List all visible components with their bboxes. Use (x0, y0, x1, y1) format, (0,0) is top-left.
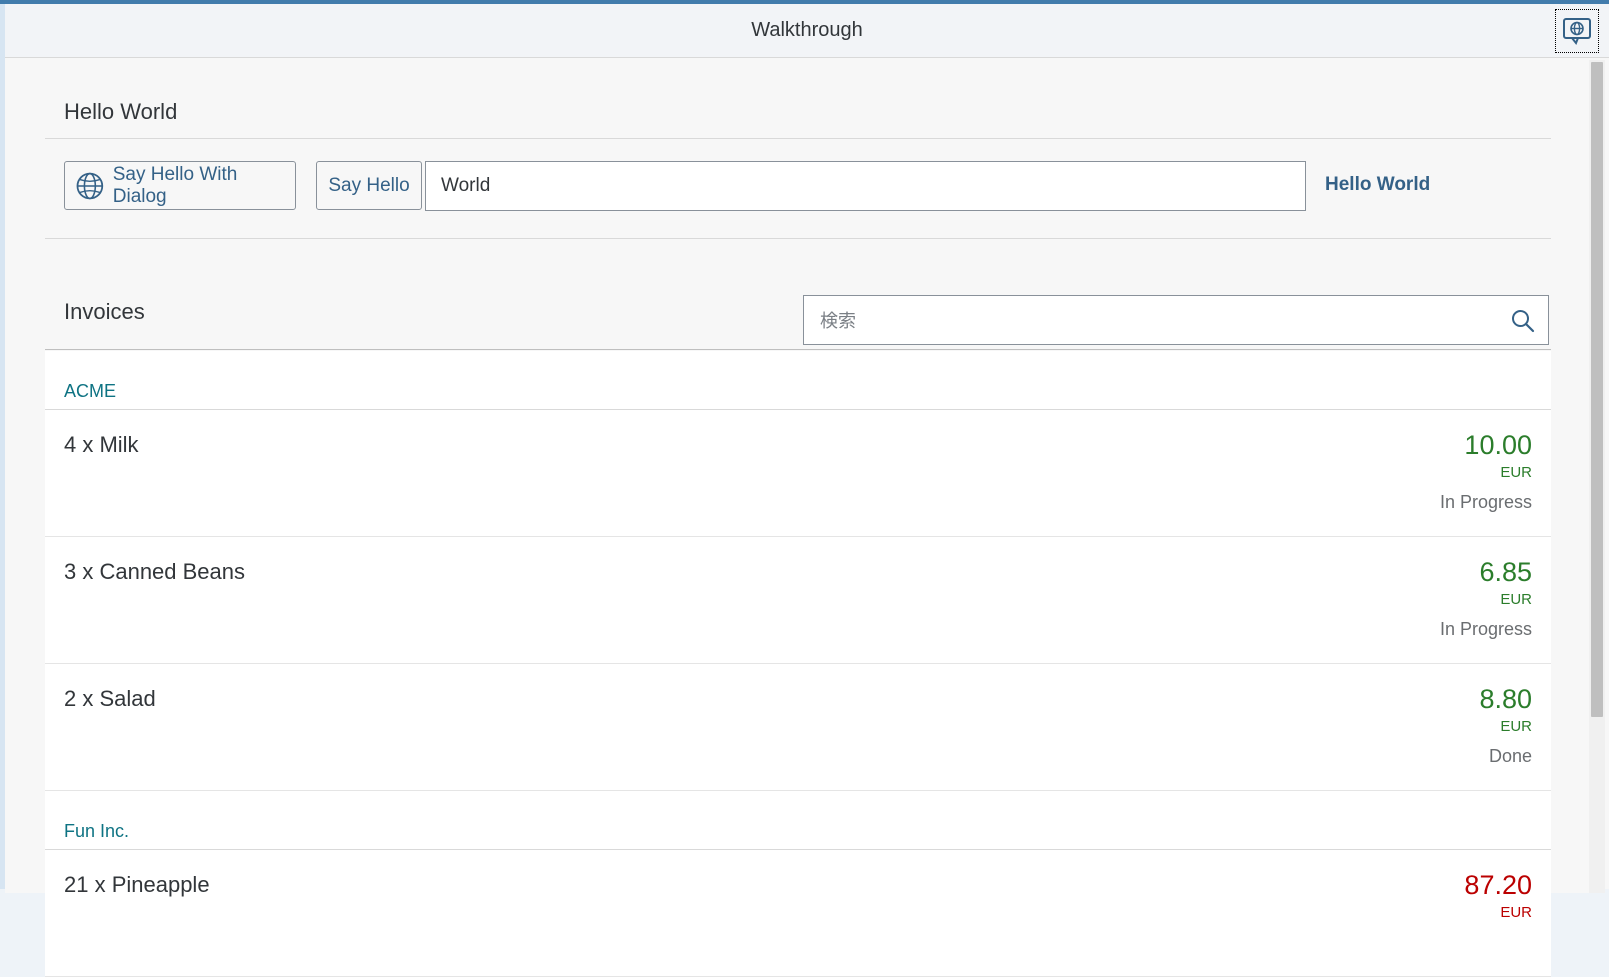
item-currency: EUR (1500, 591, 1532, 608)
globe-icon (76, 172, 104, 199)
say-hello-button[interactable]: Say Hello (316, 161, 422, 210)
item-title: 4 x Milk (64, 432, 139, 457)
main-content: Hello World Say Hello With Dialog Say He… (5, 59, 1589, 977)
say-hello-with-dialog-button[interactable]: Say Hello With Dialog (64, 161, 296, 210)
hello-text: Hello World (1325, 174, 1431, 195)
item-currency: EUR (1500, 904, 1532, 921)
scrollbar-thumb[interactable] (1591, 62, 1603, 717)
item-currency: EUR (1500, 464, 1532, 481)
list-top-divider (45, 349, 1551, 350)
list-item[interactable]: 21 x Pineapple 87.20 EUR (45, 850, 1551, 977)
vertical-scrollbar[interactable] (1589, 60, 1605, 893)
app-title: Walkthrough (751, 19, 863, 41)
list-item[interactable]: 3 x Canned Beans 6.85 EUR In Progress (45, 537, 1551, 664)
name-input[interactable]: World (425, 161, 1306, 211)
item-status: In Progress (1439, 619, 1532, 639)
search-icon[interactable] (1510, 308, 1536, 334)
group-header-fun-inc: Fun Inc. (45, 791, 1551, 850)
invoice-list: ACME 4 x Milk 10.00 EUR In Progress 3 x … (45, 351, 1551, 977)
invoice-search-field[interactable]: 検索 (803, 295, 1549, 345)
item-title: 21 x Pineapple (64, 872, 210, 897)
group-header-label: ACME (64, 381, 117, 401)
item-title: 3 x Canned Beans (64, 559, 246, 584)
invoices-title: Invoices (64, 299, 145, 324)
list-item[interactable]: 4 x Milk 10.00 EUR In Progress (45, 410, 1551, 537)
name-input-value: World (441, 175, 491, 196)
say-hello-with-dialog-label: Say Hello With Dialog (112, 163, 238, 207)
say-hello-label: Say Hello (328, 174, 410, 196)
panel-divider (45, 138, 1551, 139)
item-amount: 87.20 (1464, 870, 1532, 900)
item-title: 2 x Salad (64, 686, 156, 711)
item-amount: 10.00 (1464, 430, 1532, 460)
item-status: In Progress (1439, 492, 1532, 512)
help-button[interactable] (1555, 9, 1599, 53)
search-placeholder: 検索 (820, 311, 856, 331)
item-status: Done (1488, 746, 1532, 766)
item-currency: EUR (1500, 718, 1532, 735)
app-window: Walkthrough Hello World Say Hello With D… (0, 0, 1609, 977)
globe-chat-icon (1563, 18, 1591, 45)
shell-header: Walkthrough (5, 4, 1609, 58)
list-item[interactable]: 2 x Salad 8.80 EUR Done (45, 664, 1551, 791)
group-header-label: Fun Inc. (64, 821, 130, 841)
panel-title: Hello World (64, 99, 178, 124)
group-header-acme: ACME (45, 351, 1551, 410)
item-amount: 8.80 (1479, 684, 1532, 714)
section-divider (45, 238, 1551, 239)
item-amount: 6.85 (1479, 557, 1532, 587)
